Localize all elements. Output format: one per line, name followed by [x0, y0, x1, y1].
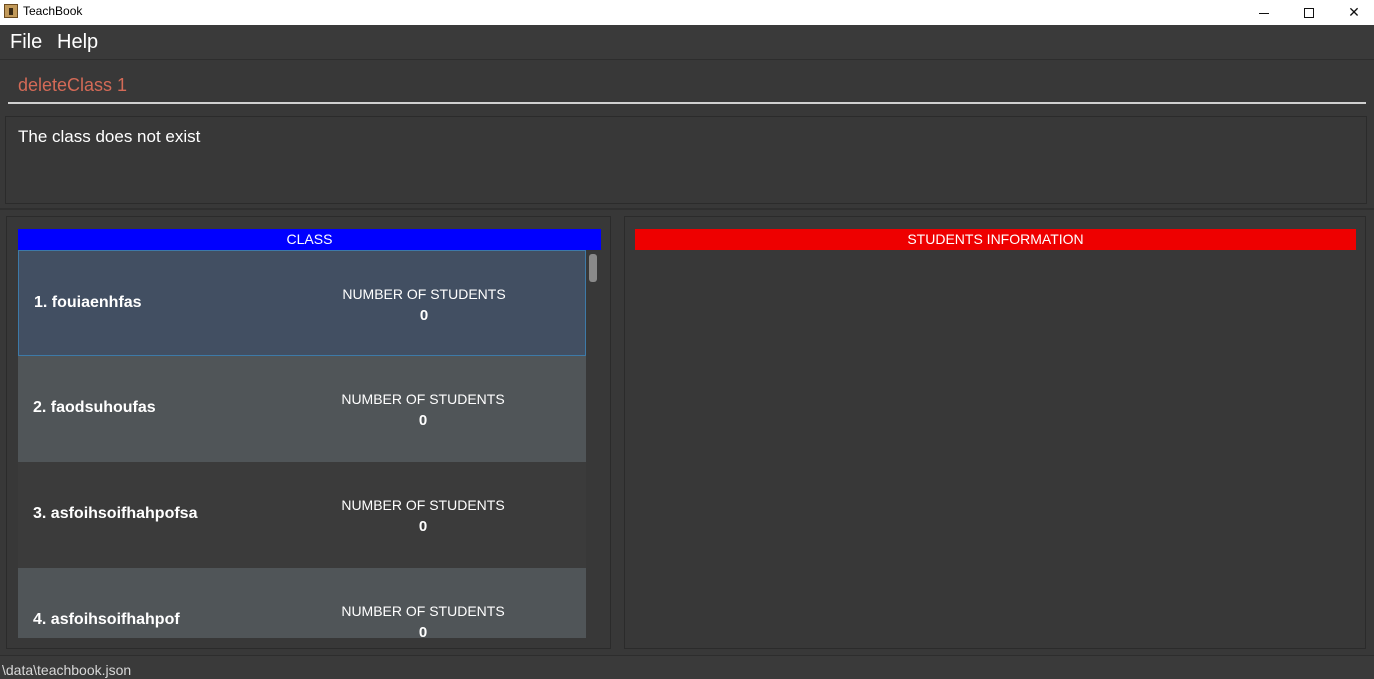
- class-list: 1. fouiaenhfas NUMBER OF STUDENTS 0 2. f…: [18, 250, 586, 638]
- result-message: The class does not exist: [18, 127, 201, 146]
- teachbook-app-icon: [4, 4, 18, 18]
- class-card[interactable]: 4. asfoihsoifhahpof NUMBER OF STUDENTS 0: [18, 568, 586, 638]
- students-count-value: 0: [418, 624, 428, 638]
- class-card[interactable]: 1. fouiaenhfas NUMBER OF STUDENTS 0: [18, 250, 586, 356]
- students-count-value: 0: [418, 412, 428, 429]
- students-count-label: NUMBER OF STUDENTS: [341, 603, 505, 619]
- divider: [0, 208, 1374, 210]
- command-input[interactable]: [8, 68, 1366, 104]
- window-title: TeachBook: [23, 4, 83, 18]
- result-display: The class does not exist: [5, 116, 1367, 204]
- close-button[interactable]: ✕: [1331, 0, 1374, 25]
- minimize-icon: [1259, 13, 1269, 14]
- menu-help[interactable]: Help: [57, 31, 98, 54]
- students-count-value: 0: [419, 307, 429, 324]
- class-list-scrollbar[interactable]: [587, 250, 600, 638]
- students-count-label: NUMBER OF STUDENTS: [341, 391, 505, 407]
- class-panel: CLASS 1. fouiaenhfas NUMBER OF STUDENTS …: [6, 216, 611, 649]
- menu-bar: File Help: [0, 25, 1374, 60]
- minimize-button[interactable]: [1241, 0, 1287, 25]
- students-count-value: 0: [418, 518, 428, 535]
- students-header: STUDENTS INFORMATION: [635, 229, 1356, 250]
- title-bar: TeachBook ✕: [0, 0, 1374, 25]
- class-name: 3. asfoihsoifhahpofsa: [33, 505, 198, 522]
- command-box: [0, 61, 1374, 109]
- menu-file[interactable]: File: [10, 31, 42, 54]
- class-name: 4. asfoihsoifhahpof: [33, 611, 180, 628]
- close-icon: ✕: [1348, 4, 1360, 20]
- class-header: CLASS: [18, 229, 601, 250]
- maximize-icon: [1304, 7, 1314, 18]
- maximize-button[interactable]: [1286, 0, 1332, 25]
- class-card[interactable]: 3. asfoihsoifhahpofsa NUMBER OF STUDENTS…: [18, 462, 586, 568]
- save-location-path: \data\teachbook.json: [2, 662, 132, 678]
- class-name: 2. faodsuhoufas: [33, 399, 156, 416]
- class-name: 1. fouiaenhfas: [34, 294, 142, 311]
- students-count-label: NUMBER OF STUDENTS: [341, 497, 505, 513]
- students-panel: STUDENTS INFORMATION: [624, 216, 1366, 649]
- status-bar: \data\teachbook.json: [0, 655, 1374, 679]
- scrollbar-thumb[interactable]: [589, 254, 597, 282]
- students-count-label: NUMBER OF STUDENTS: [342, 286, 506, 302]
- class-card[interactable]: 2. faodsuhoufas NUMBER OF STUDENTS 0: [18, 356, 586, 462]
